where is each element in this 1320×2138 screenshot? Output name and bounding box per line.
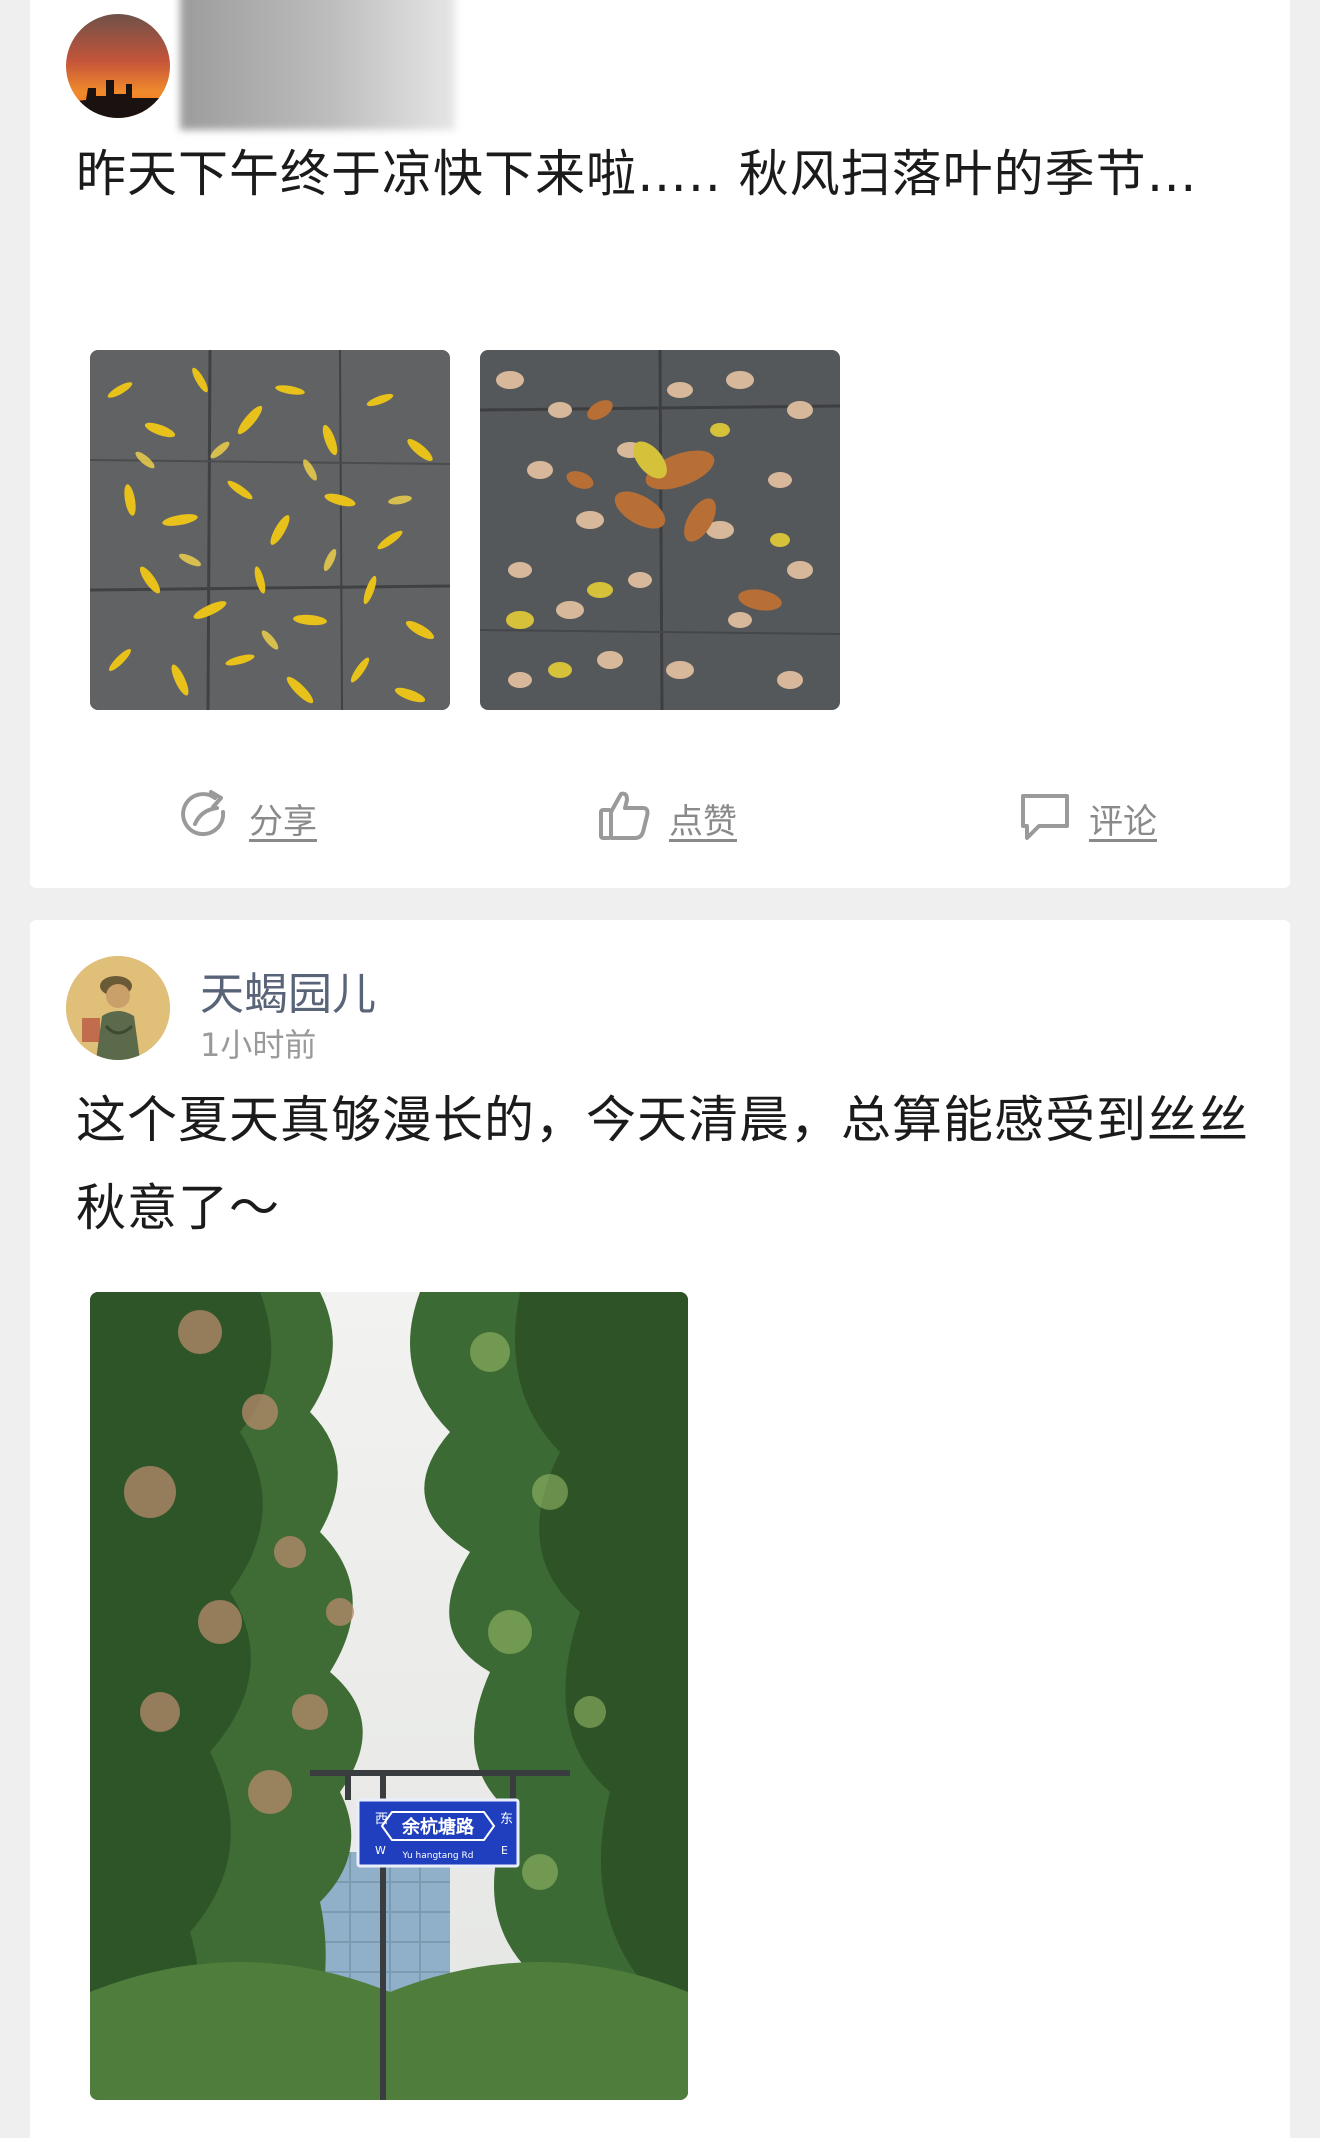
post-image-yellow-leaves[interactable] [90, 350, 450, 710]
post-card: 天蝎园儿 1小时前 这个夏天真够漫长的，今天清晨，总算能感受到丝丝秋意了～ 西 … [30, 920, 1290, 2138]
sign-west-letter: W [375, 1844, 386, 1857]
sign-east-letter: E [501, 1844, 508, 1857]
comment-button[interactable]: 评论 [1015, 778, 1157, 858]
like-label: 点赞 [669, 801, 737, 842]
author-name[interactable]: 天蝎园儿 [200, 958, 376, 1022]
post-action-bar: 分享 点赞 评论 [30, 778, 1290, 858]
comment-icon [1015, 786, 1075, 850]
feed-page: 昨天下午终于凉快下来啦….. 秋风扫落叶的季节… 分享 点赞 评论 天蝎园儿 1… [0, 0, 1320, 2138]
avatar[interactable] [66, 14, 170, 118]
thumbs-up-icon [595, 786, 655, 850]
sign-road-name: 余杭塘路 [401, 1816, 475, 1838]
like-button[interactable]: 点赞 [595, 778, 737, 858]
share-button[interactable]: 分享 [175, 778, 317, 858]
post-image-brown-leaves[interactable] [480, 350, 840, 710]
post-text: 这个夏天真够漫长的，今天清晨，总算能感受到丝丝秋意了～ [76, 1091, 1249, 1237]
sign-east: 东 [500, 1812, 513, 1827]
redacted-author-name [180, 0, 455, 130]
share-icon [175, 786, 235, 850]
avatar[interactable] [66, 956, 170, 1060]
post-card: 昨天下午终于凉快下来啦….. 秋风扫落叶的季节… 分享 点赞 评论 [30, 0, 1290, 888]
comment-label: 评论 [1089, 801, 1157, 842]
sign-road-pinyin: Yu hangtang Rd [402, 1851, 474, 1861]
share-label: 分享 [249, 801, 317, 842]
post-image-street-trees[interactable]: 西 东 W E 余杭塘路 Yu hangtang Rd [90, 1292, 688, 2100]
post-text: 昨天下午终于凉快下来啦….. 秋风扫落叶的季节… [76, 145, 1198, 203]
post-timestamp: 1小时前 [200, 1026, 317, 1064]
